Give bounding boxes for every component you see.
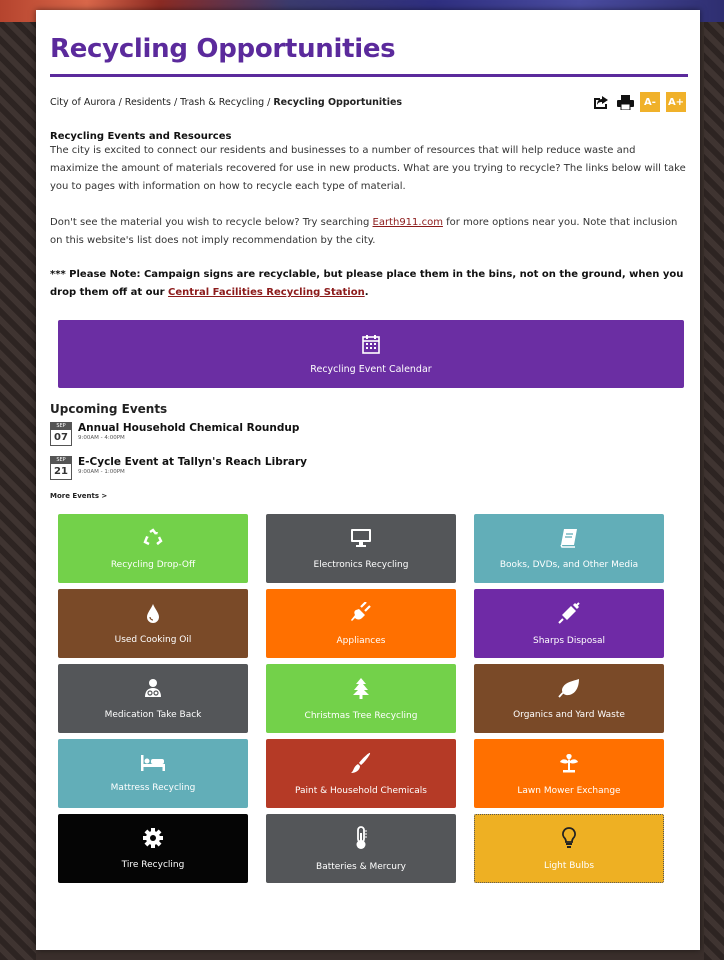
- doctor-icon: [145, 678, 161, 697]
- share-icon[interactable]: [592, 93, 610, 111]
- plug-icon: [351, 601, 371, 621]
- tile-appliances[interactable]: Appliances: [266, 589, 456, 658]
- search-paragraph: Don't see the material you wish to recyc…: [50, 217, 678, 246]
- tree-icon: [353, 677, 369, 699]
- event-time: 9:00AM - 1:00PM: [78, 469, 125, 475]
- more-events-link[interactable]: More Events >: [50, 492, 686, 500]
- breadcrumb-city[interactable]: City of Aurora: [50, 97, 116, 108]
- tile-electronics-recycling[interactable]: Electronics Recycling: [266, 514, 456, 583]
- event-item[interactable]: SEP 21 E-Cycle Event at Tallyn's Reach L…: [50, 456, 686, 484]
- event-calendar-label: Recycling Event Calendar: [310, 363, 432, 375]
- recycle-icon: [143, 527, 163, 545]
- breadcrumb: City of Aurora / Residents / Trash & Recycli…: [50, 96, 403, 108]
- background-left: [0, 22, 36, 960]
- monitor-icon: [351, 528, 371, 547]
- earth911-link[interactable]: Earth911.com: [373, 217, 443, 228]
- calendar-icon: [362, 334, 380, 354]
- bed-icon: [141, 754, 165, 771]
- event-item[interactable]: SEP 07 Annual Household Chemical Roundup…: [50, 422, 686, 450]
- event-time: 9:00AM - 4:00PM: [78, 435, 125, 441]
- breadcrumb-trash[interactable]: Trash & Recycling: [180, 97, 264, 108]
- tile-books-media[interactable]: Books, DVDs, and Other Media: [474, 514, 664, 583]
- tile-used-cooking-oil[interactable]: Used Cooking Oil: [58, 589, 248, 658]
- thermometer-icon: [356, 825, 367, 849]
- upcoming-events-heading: Upcoming Events: [50, 402, 168, 416]
- tile-organics-yard-waste[interactable]: Organics and Yard Waste: [474, 664, 664, 733]
- event-title[interactable]: Annual Household Chemical Roundup: [78, 422, 299, 434]
- paintbrush-icon: [351, 752, 371, 773]
- font-smaller-button[interactable]: A-: [640, 92, 660, 112]
- content-panel: Recycling Opportunities City of Aurora / R…: [36, 10, 700, 950]
- oil-drop-icon: [147, 603, 159, 623]
- lightbulb-icon: [562, 826, 576, 848]
- campaign-sign-note: *** Please Note: Campaign signs are recy…: [50, 269, 684, 298]
- central-facilities-link[interactable]: Central Facilities Recycling Station: [168, 287, 365, 298]
- gear-icon: [143, 827, 163, 848]
- leaf-icon: [558, 678, 579, 698]
- tile-sharps-disposal[interactable]: Sharps Disposal: [474, 589, 664, 658]
- date-badge: SEP 07: [50, 422, 72, 446]
- page-tools: A- A+: [592, 92, 686, 112]
- tile-mattress-recycling[interactable]: Mattress Recycling: [58, 739, 248, 808]
- tile-recycling-drop-off[interactable]: Recycling Drop-Off: [58, 514, 248, 583]
- tile-paint-household-chemicals[interactable]: Paint & Household Chemicals: [266, 739, 456, 808]
- syringe-icon: [558, 601, 580, 624]
- breadcrumb-residents[interactable]: Residents: [125, 97, 171, 108]
- tile-lawn-mower-exchange[interactable]: Lawn Mower Exchange: [474, 739, 664, 808]
- date-badge: SEP 21: [50, 456, 72, 480]
- tile-light-bulbs[interactable]: Light Bulbs: [474, 814, 664, 883]
- recycling-tile-grid: Recycling Drop-Off Electronics Recycling…: [58, 514, 686, 883]
- tile-tire-recycling[interactable]: Tire Recycling: [58, 814, 248, 883]
- event-calendar-button[interactable]: Recycling Event Calendar: [58, 320, 684, 388]
- plant-icon: [560, 753, 578, 772]
- tile-medication-take-back[interactable]: Medication Take Back: [58, 664, 248, 733]
- tile-batteries-mercury[interactable]: Batteries & Mercury: [266, 814, 456, 883]
- intro-text: The city is excited to connect our resid…: [50, 145, 686, 192]
- title-divider: [50, 74, 688, 77]
- breadcrumb-row: City of Aurora / Residents / Trash & Recycli…: [50, 91, 686, 113]
- background-right: [704, 22, 724, 960]
- book-icon: [560, 528, 577, 548]
- event-title[interactable]: E-Cycle Event at Tallyn's Reach Library: [78, 456, 307, 468]
- font-larger-button[interactable]: A+: [666, 92, 686, 112]
- intro-heading: Recycling Events and Resources: [50, 131, 232, 142]
- page-title: Recycling Opportunities: [50, 34, 396, 64]
- breadcrumb-current: Recycling Opportunities: [273, 96, 403, 108]
- tile-christmas-tree-recycling[interactable]: Christmas Tree Recycling: [266, 664, 456, 733]
- print-icon[interactable]: [616, 93, 634, 111]
